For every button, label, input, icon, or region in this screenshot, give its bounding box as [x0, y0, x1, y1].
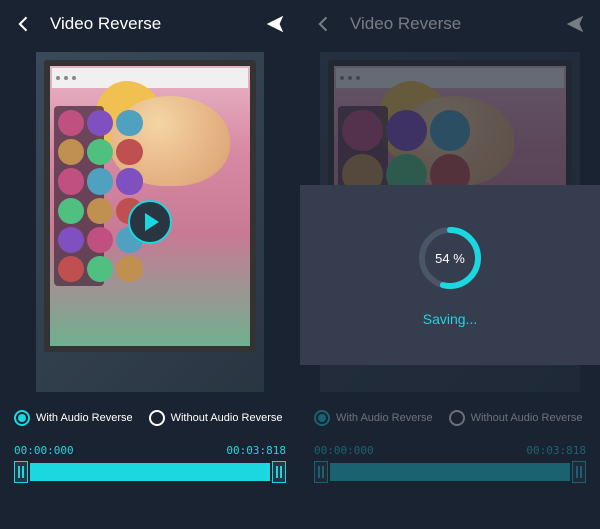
trim-track[interactable] [30, 463, 270, 481]
trim-handle-right [572, 461, 586, 483]
saving-status: Saving... [423, 311, 477, 327]
radio-without-audio[interactable]: Without Audio Reverse [149, 410, 283, 426]
radio-label: With Audio Reverse [36, 412, 133, 424]
audio-options: With Audio Reverse Without Audio Reverse [0, 402, 300, 430]
end-time: 00:03:818 [526, 444, 586, 457]
radio-label: Without Audio Reverse [471, 412, 583, 424]
radio-icon [314, 410, 330, 426]
progress-percent: 54 % [415, 223, 485, 293]
play-icon [145, 213, 159, 231]
screen-editor: Video Reverse [0, 0, 300, 529]
radio-with-audio[interactable]: With Audio Reverse [14, 410, 133, 426]
start-time: 00:00:000 [14, 444, 74, 457]
time-display: 00:00:000 00:03:818 [300, 430, 600, 459]
audio-options: With Audio Reverse Without Audio Reverse [300, 402, 600, 430]
trim-bar [300, 459, 600, 491]
trim-track [330, 463, 570, 481]
start-time: 00:00:000 [314, 444, 374, 457]
trim-handle-left[interactable] [14, 461, 28, 483]
page-title: Video Reverse [350, 14, 564, 34]
radio-with-audio: With Audio Reverse [314, 410, 433, 426]
radio-icon [149, 410, 165, 426]
header-bar: Video Reverse [0, 0, 300, 48]
header-bar: Video Reverse [300, 0, 600, 48]
video-preview [36, 52, 264, 392]
end-time: 00:03:818 [226, 444, 286, 457]
back-icon[interactable] [14, 14, 34, 34]
radio-icon [449, 410, 465, 426]
send-icon[interactable] [264, 13, 286, 35]
saving-modal: 54 % Saving... [300, 185, 600, 365]
radio-without-audio: Without Audio Reverse [449, 410, 583, 426]
radio-icon [14, 410, 30, 426]
progress-ring: 54 % [415, 223, 485, 293]
radio-label: Without Audio Reverse [171, 412, 283, 424]
trim-handle-left [314, 461, 328, 483]
radio-label: With Audio Reverse [336, 412, 433, 424]
time-display: 00:00:000 00:03:818 [0, 430, 300, 459]
page-title: Video Reverse [50, 14, 264, 34]
trim-handle-right[interactable] [272, 461, 286, 483]
screen-saving: Video Reverse [300, 0, 600, 529]
trim-bar [0, 459, 300, 491]
send-icon [564, 13, 586, 35]
back-icon [314, 14, 334, 34]
play-button[interactable] [128, 200, 172, 244]
